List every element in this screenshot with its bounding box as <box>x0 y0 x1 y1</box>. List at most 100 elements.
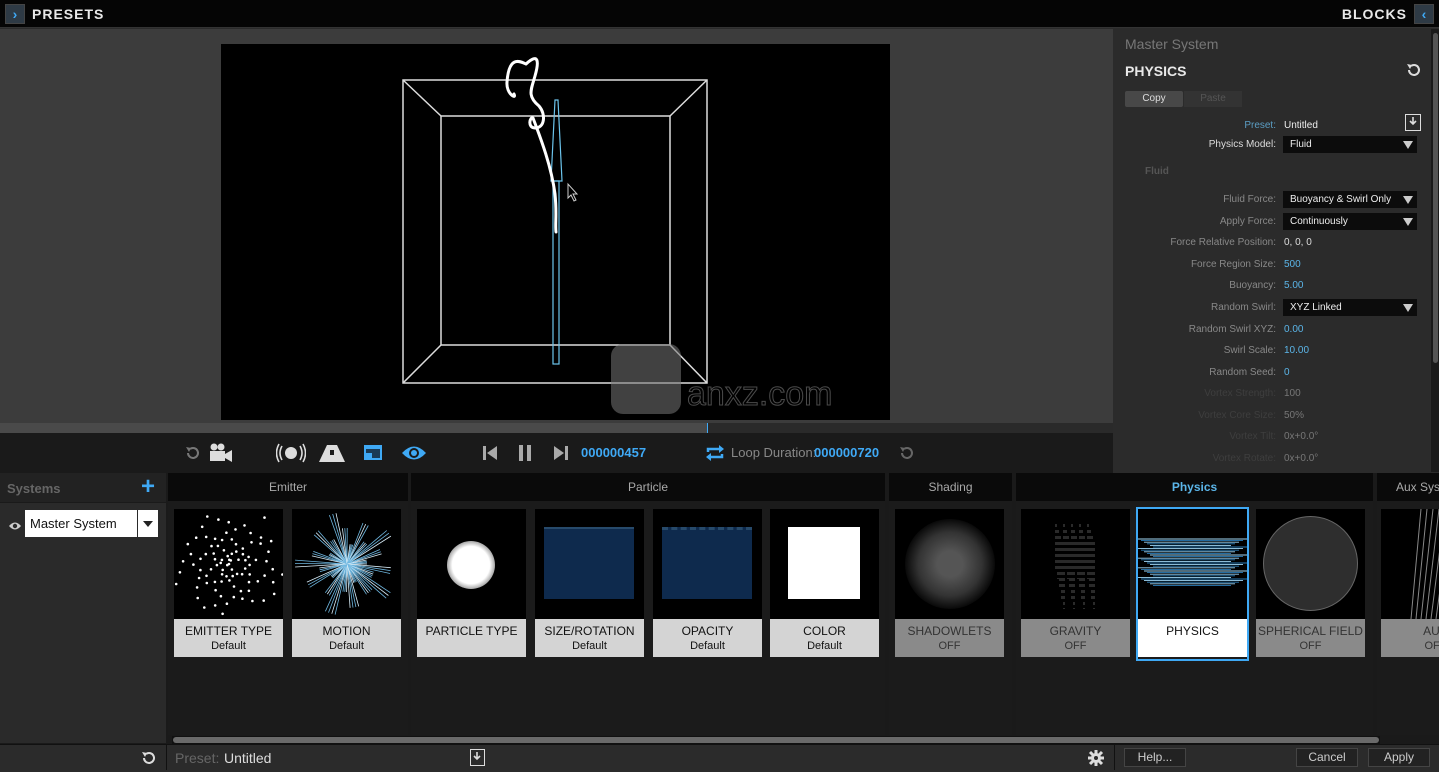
property-value[interactable]: 0.00 <box>1284 324 1303 335</box>
cancel-button[interactable]: Cancel <box>1296 748 1358 767</box>
property-row: Force Region Size:500 <box>1115 256 1431 274</box>
mouse-cursor-icon <box>568 184 577 201</box>
block-status: OFF <box>1256 640 1365 652</box>
preview-canvas[interactable]: anxz.com <box>221 44 890 420</box>
blocks-scrollbar[interactable] <box>172 736 1380 744</box>
property-value[interactable]: 0, 0, 0 <box>1284 237 1312 248</box>
block-tile[interactable]: SIZE/ROTATIONDefault <box>535 509 644 659</box>
property-select[interactable]: Buoyancy & Swirl Only <box>1283 191 1417 208</box>
block-tile[interactable]: GRAVITYOFF <box>1021 509 1130 659</box>
block-thumbnail <box>653 509 762 619</box>
block-tile[interactable]: PARTICLE TYPE <box>417 509 526 659</box>
display-button[interactable] <box>362 442 384 464</box>
block-status: Default <box>770 640 879 652</box>
divider <box>1114 745 1115 770</box>
system-dropdown-button[interactable] <box>138 510 158 537</box>
block-tile[interactable]: PHYSICS <box>1138 509 1247 659</box>
group-header: Emitter <box>168 473 408 501</box>
undo-view-button[interactable] <box>183 443 203 463</box>
physics-model-select[interactable]: Fluid <box>1283 136 1417 153</box>
property-select[interactable]: Continuously <box>1283 213 1417 230</box>
current-frame[interactable]: 000000457 <box>581 445 646 460</box>
reset-icon <box>140 749 158 767</box>
transport-bar: 000000457 Loop Duration: 000000720 <box>0 433 1113 473</box>
motion-blur-button[interactable] <box>276 441 306 465</box>
skip-to-end-button[interactable] <box>552 443 570 463</box>
property-value[interactable]: 500 <box>1284 259 1301 270</box>
skip-end-icon <box>552 444 570 462</box>
save-preset-button[interactable] <box>1405 114 1421 131</box>
add-system-button[interactable]: + <box>141 476 155 498</box>
property-label: Vortex Tilt: <box>1229 431 1276 442</box>
block-tile[interactable]: SPHERICAL FIELD OFF <box>1256 509 1365 659</box>
presets-toggle-button[interactable]: › <box>5 4 25 24</box>
display-icon <box>363 444 383 462</box>
block-tile[interactable]: SHADOWLETSOFF <box>895 509 1004 659</box>
block-tile[interactable]: EMITTER TYPEDefault <box>174 509 283 659</box>
block-title: SPHERICAL FIELD <box>1256 624 1365 638</box>
ground-plane-button[interactable] <box>318 441 346 465</box>
loop-icon <box>705 444 725 462</box>
timeline-progress <box>0 423 707 433</box>
property-label: Random Swirl XYZ: <box>1189 324 1276 335</box>
dropdown-arrow-icon <box>143 521 153 527</box>
help-button[interactable]: Help... <box>1124 748 1186 767</box>
camera-button[interactable] <box>208 441 234 465</box>
property-value[interactable]: 10.00 <box>1284 345 1309 356</box>
reset-loop-button[interactable] <box>897 443 917 463</box>
block-status: OFF <box>895 640 1004 652</box>
system-select[interactable]: Master System <box>25 510 137 537</box>
block-thumbnail <box>1138 509 1247 619</box>
system-visibility-toggle[interactable] <box>8 518 22 536</box>
block-thumbnail <box>174 509 283 619</box>
footer-preset-label: Preset: <box>175 750 219 766</box>
panel-scrollbar[interactable] <box>1431 29 1439 472</box>
systems-header: Systems + <box>0 473 166 503</box>
block-caption: PHYSICS <box>1138 619 1247 657</box>
property-label: Force Relative Position: <box>1170 237 1276 248</box>
preview-viewport: anxz.com <box>0 29 1113 423</box>
block-tile[interactable]: AUX OFF <box>1381 509 1439 659</box>
block-caption: MOTIONDefault <box>292 619 401 657</box>
block-tile[interactable]: MOTIONDefault <box>292 509 401 659</box>
block-caption: EMITTER TYPEDefault <box>174 619 283 657</box>
skip-to-start-button[interactable] <box>481 443 499 463</box>
property-label: Random Swirl: <box>1211 302 1276 313</box>
paste-button[interactable]: Paste <box>1184 91 1242 107</box>
block-tile[interactable]: OPACITYDefault <box>653 509 762 659</box>
property-value[interactable]: 5.00 <box>1284 280 1303 291</box>
visibility-button[interactable] <box>400 442 428 464</box>
loop-button[interactable] <box>704 443 726 463</box>
reset-button[interactable] <box>140 749 158 767</box>
motion-blur-icon <box>276 442 306 464</box>
block-caption: GRAVITYOFF <box>1021 619 1130 657</box>
physics-model-value: Fluid <box>1290 139 1312 150</box>
property-row: Random Seed:0 <box>1115 364 1431 382</box>
block-status: Default <box>174 640 283 652</box>
save-preset-button[interactable] <box>470 749 485 766</box>
systems-panel: Systems + Master System <box>0 473 166 743</box>
scrollbar-thumb[interactable] <box>1433 33 1438 363</box>
block-status: OFF <box>1381 640 1439 652</box>
pause-button[interactable] <box>516 443 534 463</box>
block-caption: SHADOWLETSOFF <box>895 619 1004 657</box>
timeline-scrubber[interactable] <box>0 423 1113 433</box>
reset-block-button[interactable] <box>1405 61 1423 79</box>
block-tile[interactable]: COLORDefault <box>770 509 879 659</box>
blocks-toggle-button[interactable]: ‹ <box>1414 4 1434 24</box>
property-value[interactable]: 0 <box>1284 367 1290 378</box>
copy-button[interactable]: Copy <box>1125 91 1183 107</box>
apply-button[interactable]: Apply <box>1368 748 1430 767</box>
scrollbar-thumb[interactable] <box>173 737 1379 743</box>
property-select-value: XYZ Linked <box>1290 302 1342 313</box>
physics-model-label: Physics Model: <box>1209 139 1276 150</box>
block-title: AUX <box>1381 624 1439 638</box>
property-select[interactable]: XYZ Linked <box>1283 299 1417 316</box>
playhead[interactable] <box>707 423 708 433</box>
road-icon <box>318 442 346 464</box>
gear-icon <box>1087 749 1105 767</box>
block-thumbnail <box>895 509 1004 619</box>
group-header: Shading <box>889 473 1012 501</box>
loop-duration-value[interactable]: 000000720 <box>814 445 879 460</box>
settings-button[interactable] <box>1087 749 1105 767</box>
